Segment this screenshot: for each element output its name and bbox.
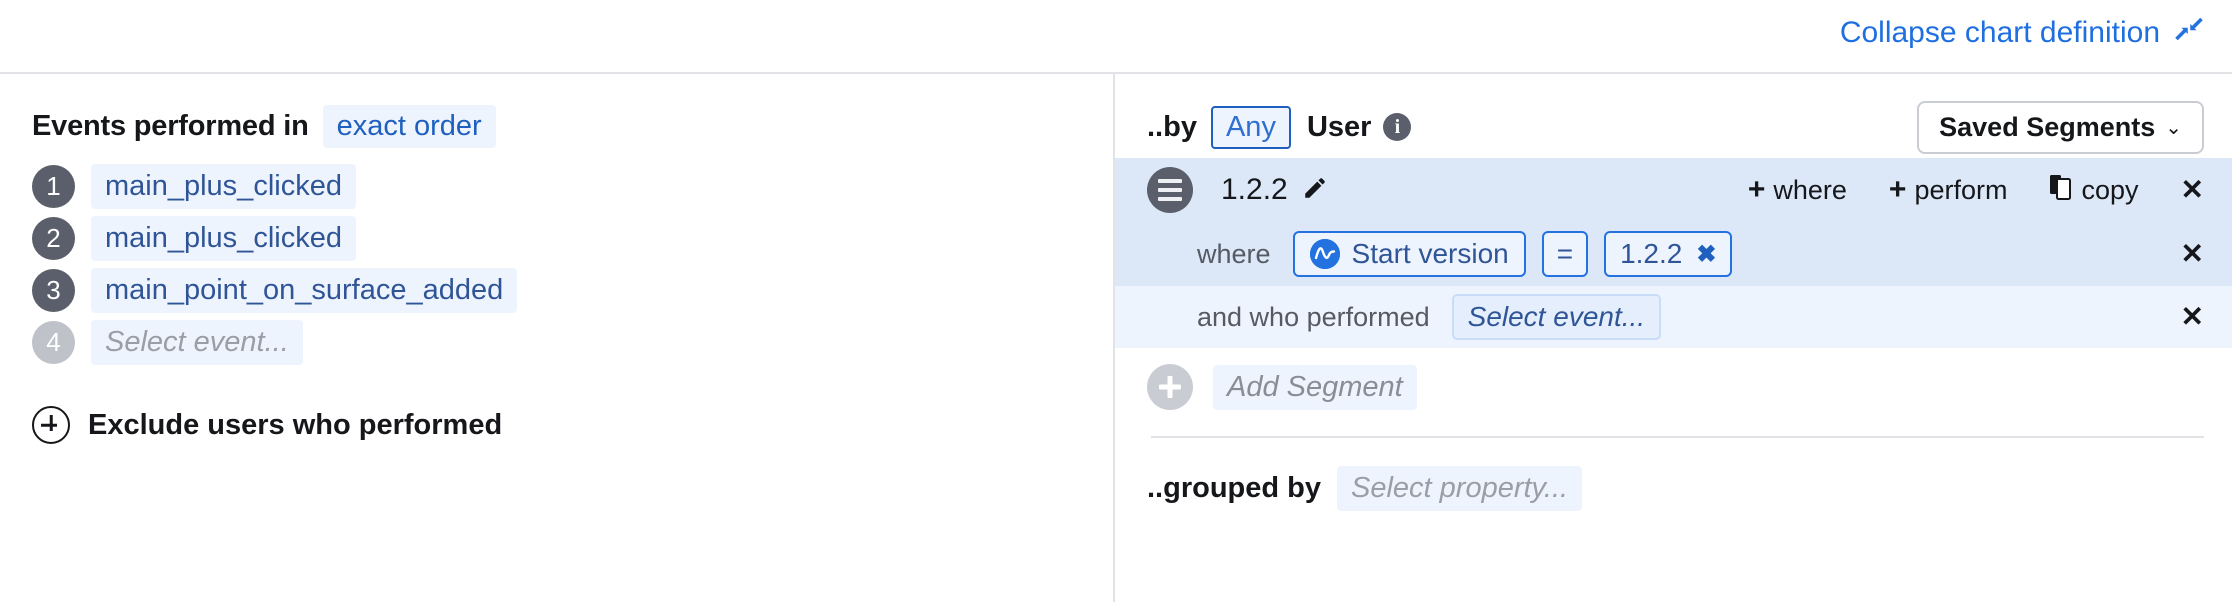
segmentation-panel: ..by Any User i Saved Segments ⌄ 1.2.2 (1115, 74, 2232, 602)
add-segment-row[interactable]: Add Segment (1115, 348, 2232, 426)
copy-segment-button[interactable]: copy (2049, 174, 2138, 207)
copy-label: copy (2081, 175, 2138, 206)
chevron-down-icon: ⌄ (2165, 115, 2182, 140)
drag-handle-icon[interactable] (1147, 167, 1193, 213)
event-name-chip[interactable]: main_plus_clicked (91, 216, 356, 261)
collapse-chart-definition-button[interactable]: Collapse chart definition (1840, 14, 2204, 52)
chart-definition-panel: Collapse chart definition Events perform… (0, 0, 2232, 602)
events-panel: Events performed in exact order 1 main_p… (0, 74, 1113, 602)
operator-selector[interactable]: = (1542, 231, 1588, 277)
segment-title-row: 1.2.2 + where + perform (1115, 158, 2232, 222)
event-select-placeholder[interactable]: Select event... (91, 320, 303, 365)
collapse-chart-definition-label: Collapse chart definition (1840, 16, 2160, 50)
copy-icon (2049, 174, 2073, 207)
event-step-badge[interactable]: 2 (32, 217, 75, 260)
event-name-chip[interactable]: main_plus_clicked (91, 164, 356, 209)
amplitude-property-icon (1310, 239, 1340, 269)
event-step-row: 2 main_plus_clicked (32, 212, 1113, 264)
value-text: 1.2.2 (1620, 238, 1682, 270)
event-step-badge[interactable]: 4 (32, 321, 75, 364)
edit-pencil-icon[interactable] (1302, 175, 1328, 206)
segmentation-header: ..by Any User i Saved Segments ⌄ (1115, 96, 2232, 158)
segment-where-row: where Start version = 1.2.2 ✖ (1115, 222, 2232, 286)
property-selector[interactable]: Start version (1293, 231, 1526, 277)
info-icon[interactable]: i (1383, 113, 1411, 141)
add-where-label: where (1773, 175, 1847, 206)
property-name: Start version (1352, 238, 1509, 270)
and-who-performed-label: and who performed (1197, 302, 1430, 333)
add-segment-label[interactable]: Add Segment (1213, 365, 1417, 410)
plus-circle-icon (32, 406, 70, 444)
exclude-users-label: Exclude users who performed (88, 409, 502, 442)
segment-actions: + where + perform (1748, 174, 2204, 207)
any-selector[interactable]: Any (1211, 106, 1291, 149)
plus-icon: + (1889, 175, 1907, 205)
where-label: where (1197, 239, 1271, 270)
by-label: ..by (1147, 111, 1197, 144)
events-header: Events performed in exact order (32, 104, 1113, 148)
plus-circle-icon[interactable] (1147, 364, 1193, 410)
event-step-badge[interactable]: 1 (32, 165, 75, 208)
event-step-badge[interactable]: 3 (32, 269, 75, 312)
add-where-button[interactable]: + where (1748, 175, 1847, 206)
event-step-row: 4 Select event... (32, 316, 1113, 368)
value-selector[interactable]: 1.2.2 ✖ (1604, 231, 1732, 277)
segment-block: 1.2.2 + where + perform (1115, 158, 2232, 348)
segment-performed-row: and who performed Select event... ✕ (1115, 286, 2232, 348)
saved-segments-label: Saved Segments (1939, 112, 2155, 143)
where-row-actions: ✕ (2181, 240, 2204, 268)
add-perform-button[interactable]: + perform (1889, 175, 2008, 206)
remove-segment-button[interactable]: ✕ (2181, 176, 2204, 204)
grouped-by-property-selector[interactable]: Select property... (1337, 466, 1582, 511)
events-performed-label: Events performed in (32, 110, 309, 143)
plus-icon: + (1748, 175, 1766, 205)
segment-name: 1.2.2 (1221, 173, 1288, 207)
event-step-row: 1 main_plus_clicked (32, 160, 1113, 212)
saved-segments-button[interactable]: Saved Segments ⌄ (1917, 101, 2204, 154)
top-bar: Collapse chart definition (0, 0, 2232, 74)
event-order-selector[interactable]: exact order (323, 105, 496, 148)
remove-performed-button[interactable]: ✕ (2181, 303, 2204, 331)
grouped-by-row: ..grouped by Select property... (1115, 452, 2232, 524)
event-step-row: 3 main_point_on_surface_added (32, 264, 1113, 316)
remove-where-button[interactable]: ✕ (2181, 240, 2204, 268)
performed-row-actions: ✕ (2181, 303, 2204, 331)
exclude-users-button[interactable]: Exclude users who performed (32, 406, 1113, 444)
remove-value-button[interactable]: ✖ (1696, 240, 1716, 269)
event-name-chip[interactable]: main_point_on_surface_added (91, 268, 517, 313)
add-perform-label: perform (1914, 175, 2007, 206)
grouped-by-label: ..grouped by (1147, 472, 1321, 505)
user-label: User (1307, 111, 1372, 144)
collapse-arrows-icon (2174, 14, 2204, 52)
section-divider (1151, 436, 2204, 438)
performed-event-selector[interactable]: Select event... (1452, 294, 1661, 340)
